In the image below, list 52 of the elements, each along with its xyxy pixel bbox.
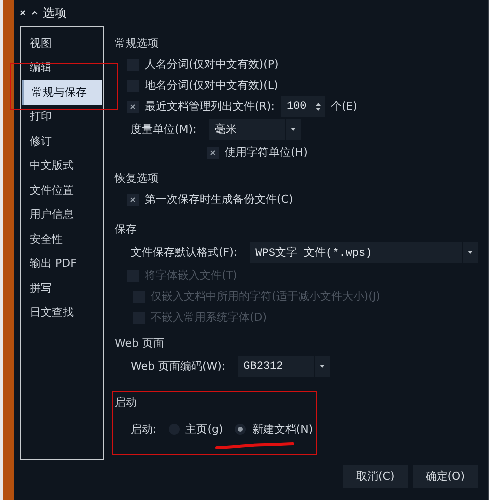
section-heading: 常规选项 [115,36,160,52]
x-mark-icon [210,150,216,156]
section-heading: Web 页面 [115,336,166,352]
sidebar-item[interactable]: 拼写 [22,276,102,300]
checkbox-label: 使用字符单位(H) [225,145,308,160]
x-mark-icon [130,104,136,110]
checkbox-label: 人名分词(仅对中文有效)(P) [145,57,279,72]
sidebar-item[interactable]: 文件位置 [22,178,102,202]
sidebar-item[interactable]: 打印 [22,104,102,129]
x-mark-icon [130,196,136,202]
window-title: 选项 [43,4,67,22]
caret-icon [320,365,325,368]
checkbox-label: 仅嵌入文档中所用的字符(适于减小文件大小)(J) [151,289,380,304]
chevron-up-icon[interactable] [32,11,38,15]
section-heading: 启动 [115,394,138,410]
section-heading: 保存 [115,222,138,238]
caret-icon [468,251,473,254]
checkbox-label: 第一次保存时生成备份文件(C) [145,192,294,207]
checkbox[interactable] [207,146,219,158]
sidebar-item[interactable]: 视图 [22,31,102,56]
checkbox[interactable] [127,100,139,112]
checkbox-label: 最近文档管理列出文件(R): [145,99,275,114]
sidebar-item[interactable]: 输出 PDF [22,252,102,276]
dropdown[interactable]: 毫米 [208,119,301,140]
unit-label: 个(E) [330,99,358,114]
sidebar-item[interactable]: 常规与保存 [22,80,102,104]
sidebar-item[interactable]: 用户信息 [22,202,102,227]
ok-button[interactable]: 确定(O) [412,465,478,488]
spin-arrows-icon [316,102,321,112]
checkbox-label: 地名分词(仅对中文有效)(L) [145,78,278,93]
close-icon[interactable] [20,10,26,16]
checkbox[interactable] [127,194,139,206]
checkbox-label: 将字体嵌入文件(T) [145,268,238,283]
radio-button[interactable] [235,424,246,435]
sidebar-item[interactable]: 中文版式 [22,154,102,178]
dropdown[interactable]: WPS文字 文件(*.wps) [250,242,478,263]
field-label: 启动: [131,422,157,437]
checkbox-label: 不嵌入常用系统字体(D) [151,310,268,325]
radio-label: 新建文档(N) [252,422,314,437]
caret-icon [290,128,296,131]
sidebar-item[interactable]: 日文查找 [22,300,102,325]
number-field[interactable]: 100 [280,96,325,117]
field-label: 文件保存默认格式(F): [131,245,238,260]
radio-dot-icon [238,427,244,432]
cancel-button[interactable]: 取消(C) [343,465,408,488]
section-heading: 恢复选项 [115,170,160,186]
dropdown[interactable]: GB2312 [238,356,330,377]
radio-label: 主页(g) [186,422,224,437]
field-label: 度量单位(M): [131,122,197,137]
field-label: Web 页面编码(W): [131,359,226,374]
sidebar-item[interactable]: 修订 [22,129,102,154]
sidebar-item[interactable]: 安全性 [22,227,102,252]
